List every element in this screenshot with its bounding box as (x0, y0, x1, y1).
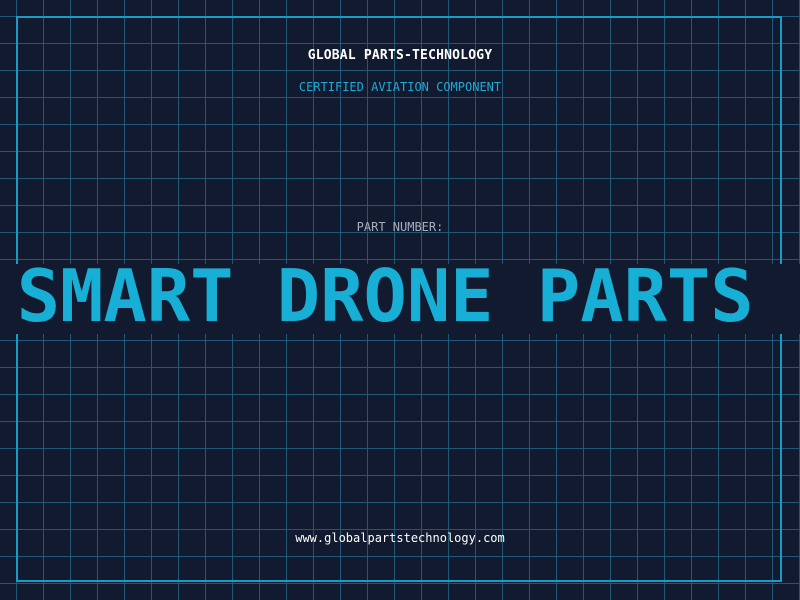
part-label-card: GLOBAL PARTS-TECHNOLOGY CERTIFIED AVIATI… (0, 0, 800, 600)
company-name: GLOBAL PARTS-TECHNOLOGY (307, 48, 493, 63)
part-number-value: T SMART DRONE PARTS (0, 264, 754, 334)
part-number-label: PART NUMBER: (356, 220, 444, 234)
part-number-band: T SMART DRONE PARTS (0, 264, 800, 334)
website-url: www.globalpartstechnology.com (295, 531, 505, 545)
certification-subtitle: CERTIFIED AVIATION COMPONENT (298, 80, 502, 94)
